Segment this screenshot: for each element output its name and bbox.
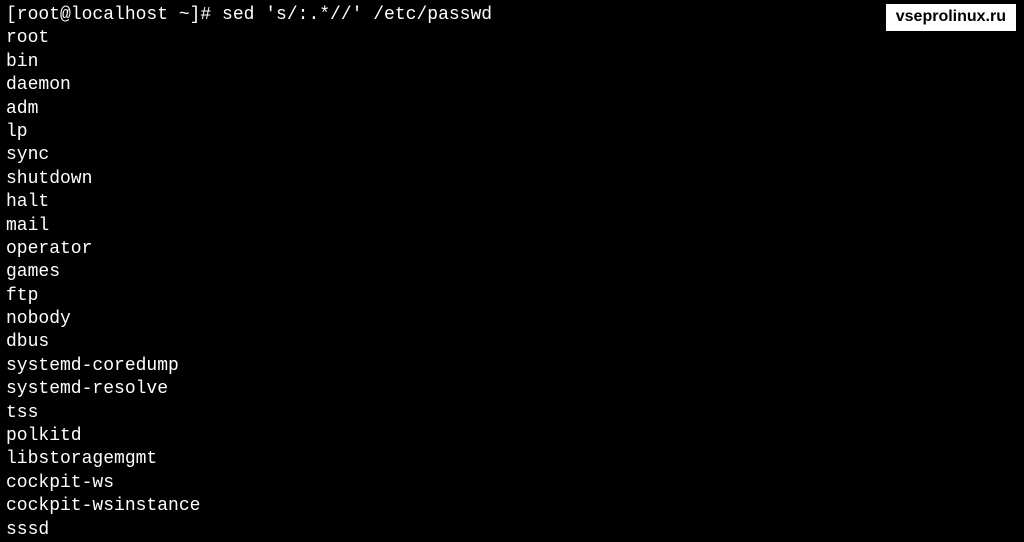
output-line: daemon (6, 74, 1018, 97)
output-line: sssd (6, 519, 1018, 542)
output-line: games (6, 261, 1018, 284)
output-line: cockpit-ws (6, 472, 1018, 495)
output-line: adm (6, 98, 1018, 121)
output-line: root (6, 27, 1018, 50)
output-line: shutdown (6, 168, 1018, 191)
watermark-label: vseprolinux.ru (886, 4, 1016, 31)
terminal-output: rootbindaemonadmlpsyncshutdownhaltmailop… (6, 27, 1018, 542)
command-prompt-line: [root@localhost ~]# sed 's/:.*//' /etc/p… (6, 4, 1018, 27)
terminal[interactable]: [root@localhost ~]# sed 's/:.*//' /etc/p… (6, 4, 1018, 542)
output-line: libstoragemgmt (6, 448, 1018, 471)
output-line: cockpit-wsinstance (6, 495, 1018, 518)
output-line: sync (6, 144, 1018, 167)
output-line: lp (6, 121, 1018, 144)
output-line: polkitd (6, 425, 1018, 448)
output-line: ftp (6, 285, 1018, 308)
output-line: nobody (6, 308, 1018, 331)
output-line: dbus (6, 331, 1018, 354)
output-line: mail (6, 215, 1018, 238)
output-line: systemd-resolve (6, 378, 1018, 401)
output-line: bin (6, 51, 1018, 74)
output-line: systemd-coredump (6, 355, 1018, 378)
output-line: tss (6, 402, 1018, 425)
output-line: operator (6, 238, 1018, 261)
output-line: halt (6, 191, 1018, 214)
